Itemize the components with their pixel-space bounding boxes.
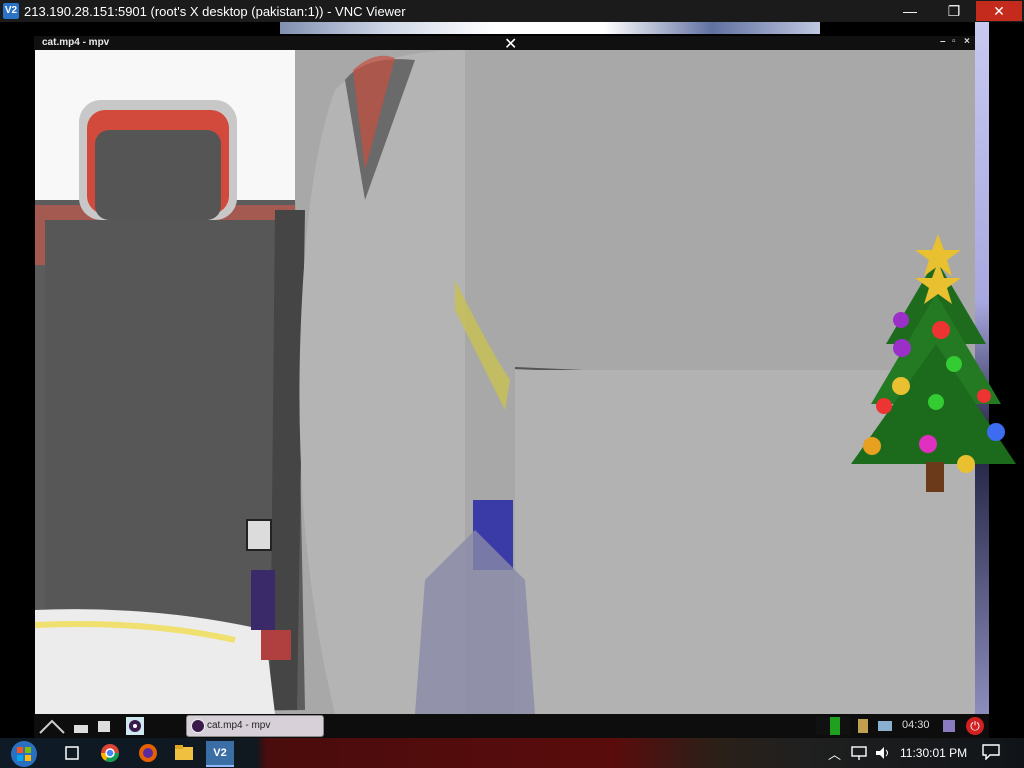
terminal-icon[interactable] (72, 717, 90, 735)
mpv-close-button[interactable]: × (964, 36, 970, 47)
vnc-logo-icon: V2 (3, 3, 19, 19)
cpu-graph-icon (816, 717, 850, 735)
mpv-title: cat.mp4 - mpv (42, 37, 110, 48)
media-player-icon[interactable] (126, 717, 144, 735)
christmas-tree-icon (851, 234, 1016, 492)
minimize-button[interactable]: — (888, 1, 932, 21)
vnc-viewer-icon[interactable]: V2 (206, 741, 234, 767)
taskbar-item-mpv[interactable]: cat.mp4 - mpv (186, 715, 324, 737)
remote-desktop[interactable]: cat.mp4 - mpv – ▫ × ✕ cat.mp4 - mpv 04:3… (0, 22, 1024, 738)
mpv-window[interactable]: cat.mp4 - mpv – ▫ × ✕ (34, 36, 975, 714)
remote-wallpaper-strip (280, 22, 820, 34)
window-title: 213.190.28.151:5901 (root's X desktop (p… (24, 4, 406, 19)
remote-clock: 04:30 (902, 719, 930, 731)
start-orb-icon[interactable] (6, 738, 42, 768)
video-content (35, 50, 975, 714)
power-icon[interactable]: ⏻ (966, 717, 984, 735)
firefox-icon[interactable] (134, 741, 162, 765)
action-center-icon[interactable] (982, 744, 1000, 760)
video-frame[interactable] (35, 50, 975, 714)
mpv-icon (191, 719, 205, 733)
mpv-maximize-button[interactable]: ▫ (952, 36, 956, 47)
network-icon[interactable] (850, 745, 868, 761)
file-explorer-icon[interactable] (170, 741, 198, 765)
system-clock[interactable]: 11:30:01 PM (900, 746, 967, 760)
window-list-icon[interactable] (96, 717, 114, 735)
mpv-minimize-button[interactable]: – (940, 36, 946, 47)
vnc-titlebar[interactable]: V2 213.190.28.151:5901 (root's X desktop… (0, 0, 1024, 22)
user-icon[interactable] (940, 717, 958, 735)
network-icon[interactable] (876, 717, 894, 735)
chevron-up-icon[interactable]: ︿ (828, 744, 841, 763)
menu-icon[interactable] (38, 717, 66, 735)
remote-panel: cat.mp4 - mpv 04:30 ⏻ (34, 714, 989, 738)
maximize-button[interactable]: ❐ (932, 1, 976, 21)
taskbar-item-label: cat.mp4 - mpv (207, 720, 271, 731)
host-taskbar: V2 ︿ 11:30:01 PM (0, 738, 1024, 768)
close-button[interactable]: ✕ (976, 1, 1022, 21)
volume-icon[interactable] (874, 745, 892, 761)
task-view-icon[interactable] (58, 741, 86, 765)
chrome-icon[interactable] (96, 741, 124, 765)
battery-icon (858, 719, 868, 733)
